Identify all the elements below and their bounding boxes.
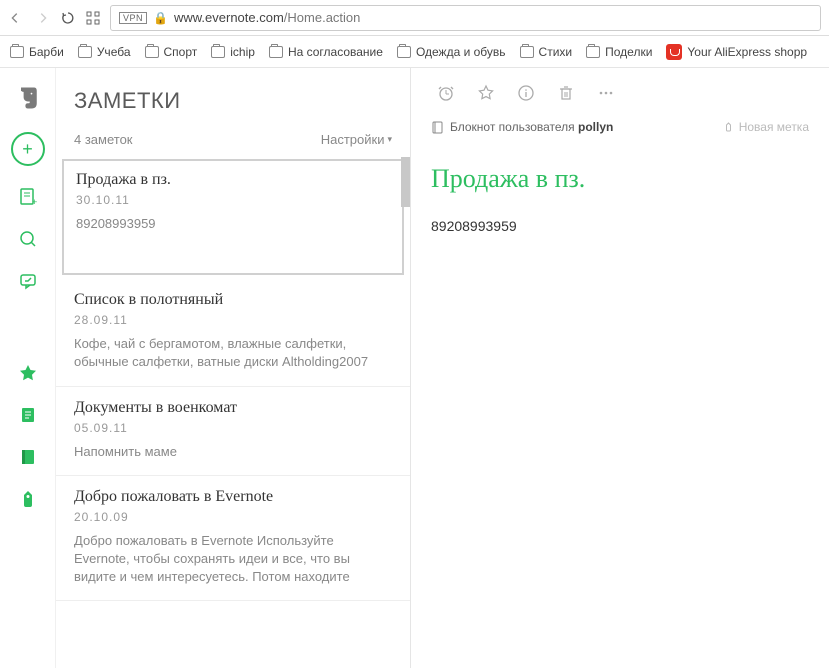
- bookmark-item[interactable]: Поделки: [586, 45, 652, 59]
- note-item-snippet: Кофе, чай с бергамотом, влажные салфетки…: [74, 335, 392, 371]
- notebook-label[interactable]: Блокнот пользователя pollyn: [450, 120, 613, 134]
- note-item-snippet: Добро пожаловать в Evernote Используйте …: [74, 532, 392, 587]
- trash-icon[interactable]: [557, 84, 575, 102]
- new-note-button[interactable]: +: [11, 132, 45, 166]
- extensions-icon[interactable]: [86, 11, 100, 25]
- notes-panel: ЗАМЕТКИ 4 заметок Настройки▾ Продажа в п…: [56, 68, 411, 668]
- bookmark-item[interactable]: Стихи: [520, 45, 573, 59]
- bookmark-item[interactable]: Спорт: [145, 45, 198, 59]
- scrollbar-thumb[interactable]: [401, 157, 410, 207]
- bookmark-item[interactable]: Your AliExpress shopp: [666, 44, 807, 60]
- bookmark-item[interactable]: На согласование: [269, 45, 383, 59]
- folder-icon: [145, 46, 159, 58]
- note-item-title: Продажа в пз.: [76, 171, 390, 189]
- note-item-date: 20.10.09: [74, 510, 392, 524]
- notebook-icon: [431, 121, 444, 134]
- notebooks-icon[interactable]: [17, 446, 39, 468]
- folder-icon: [211, 46, 225, 58]
- aliexpress-icon: [666, 44, 682, 60]
- workchat-icon[interactable]: [17, 270, 39, 292]
- tags-icon[interactable]: [17, 488, 39, 510]
- note-item-title: Список в полотняный: [74, 291, 392, 309]
- svg-text:+: +: [32, 197, 37, 207]
- shortcuts-icon[interactable]: [17, 362, 39, 384]
- evernote-logo[interactable]: [14, 84, 42, 112]
- folder-icon: [78, 46, 92, 58]
- bookmark-item[interactable]: Барби: [10, 45, 64, 59]
- bookmark-item[interactable]: Учеба: [78, 45, 131, 59]
- note-item[interactable]: Продажа в пз. 30.10.11 89208993959: [62, 159, 404, 275]
- bookmark-item[interactable]: ichip: [211, 45, 255, 59]
- notes-panel-title: ЗАМЕТКИ: [74, 88, 392, 114]
- note-item-date: 30.10.11: [76, 193, 390, 207]
- vpn-badge: VPN: [119, 12, 147, 24]
- note-item-date: 05.09.11: [74, 421, 392, 435]
- note-body[interactable]: 89208993959: [431, 218, 809, 234]
- new-tag[interactable]: Новая метка: [723, 120, 809, 134]
- more-icon[interactable]: [597, 84, 615, 102]
- search-icon[interactable]: [17, 228, 39, 250]
- note-add-icon[interactable]: +: [17, 186, 39, 208]
- lock-icon: 🔒: [153, 11, 168, 25]
- shortcut-star-icon[interactable]: [477, 84, 495, 102]
- notes-count: 4 заметок: [74, 132, 133, 147]
- info-icon[interactable]: [517, 84, 535, 102]
- notes-settings[interactable]: Настройки▾: [321, 132, 392, 147]
- note-item[interactable]: Список в полотняный 28.09.11 Кофе, чай с…: [56, 279, 410, 386]
- note-item-title: Документы в военкомат: [74, 399, 392, 417]
- address-bar[interactable]: VPN 🔒 www.evernote.com/Home.action: [110, 5, 821, 31]
- note-item-date: 28.09.11: [74, 313, 392, 327]
- note-item-snippet: Напомнить маме: [74, 443, 392, 461]
- folder-icon: [586, 46, 600, 58]
- bookmark-item[interactable]: Одежда и обувь: [397, 45, 506, 59]
- note-item[interactable]: Документы в военкомат 05.09.11 Напомнить…: [56, 387, 410, 476]
- note-item-title: Добро пожаловать в Evernote: [74, 488, 392, 506]
- url-text: www.evernote.com/Home.action: [174, 10, 360, 25]
- note-detail: Блокнот пользователя pollyn Новая метка …: [411, 68, 829, 668]
- notes-icon[interactable]: [17, 404, 39, 426]
- bookmarks-bar: Барби Учеба Спорт ichip На согласование …: [0, 36, 829, 68]
- reload-button[interactable]: [60, 10, 76, 26]
- note-item[interactable]: Добро пожаловать в Evernote 20.10.09 Доб…: [56, 476, 410, 602]
- folder-icon: [269, 46, 283, 58]
- folder-icon: [397, 46, 411, 58]
- sidebar: + +: [0, 68, 56, 668]
- reminder-icon[interactable]: [437, 84, 455, 102]
- forward-button[interactable]: [36, 11, 50, 25]
- note-item-snippet: 89208993959: [76, 215, 390, 233]
- back-button[interactable]: [8, 11, 22, 25]
- folder-icon: [520, 46, 534, 58]
- note-title[interactable]: Продажа в пз.: [431, 164, 809, 194]
- chevron-down-icon: ▾: [387, 134, 392, 145]
- folder-icon: [10, 46, 24, 58]
